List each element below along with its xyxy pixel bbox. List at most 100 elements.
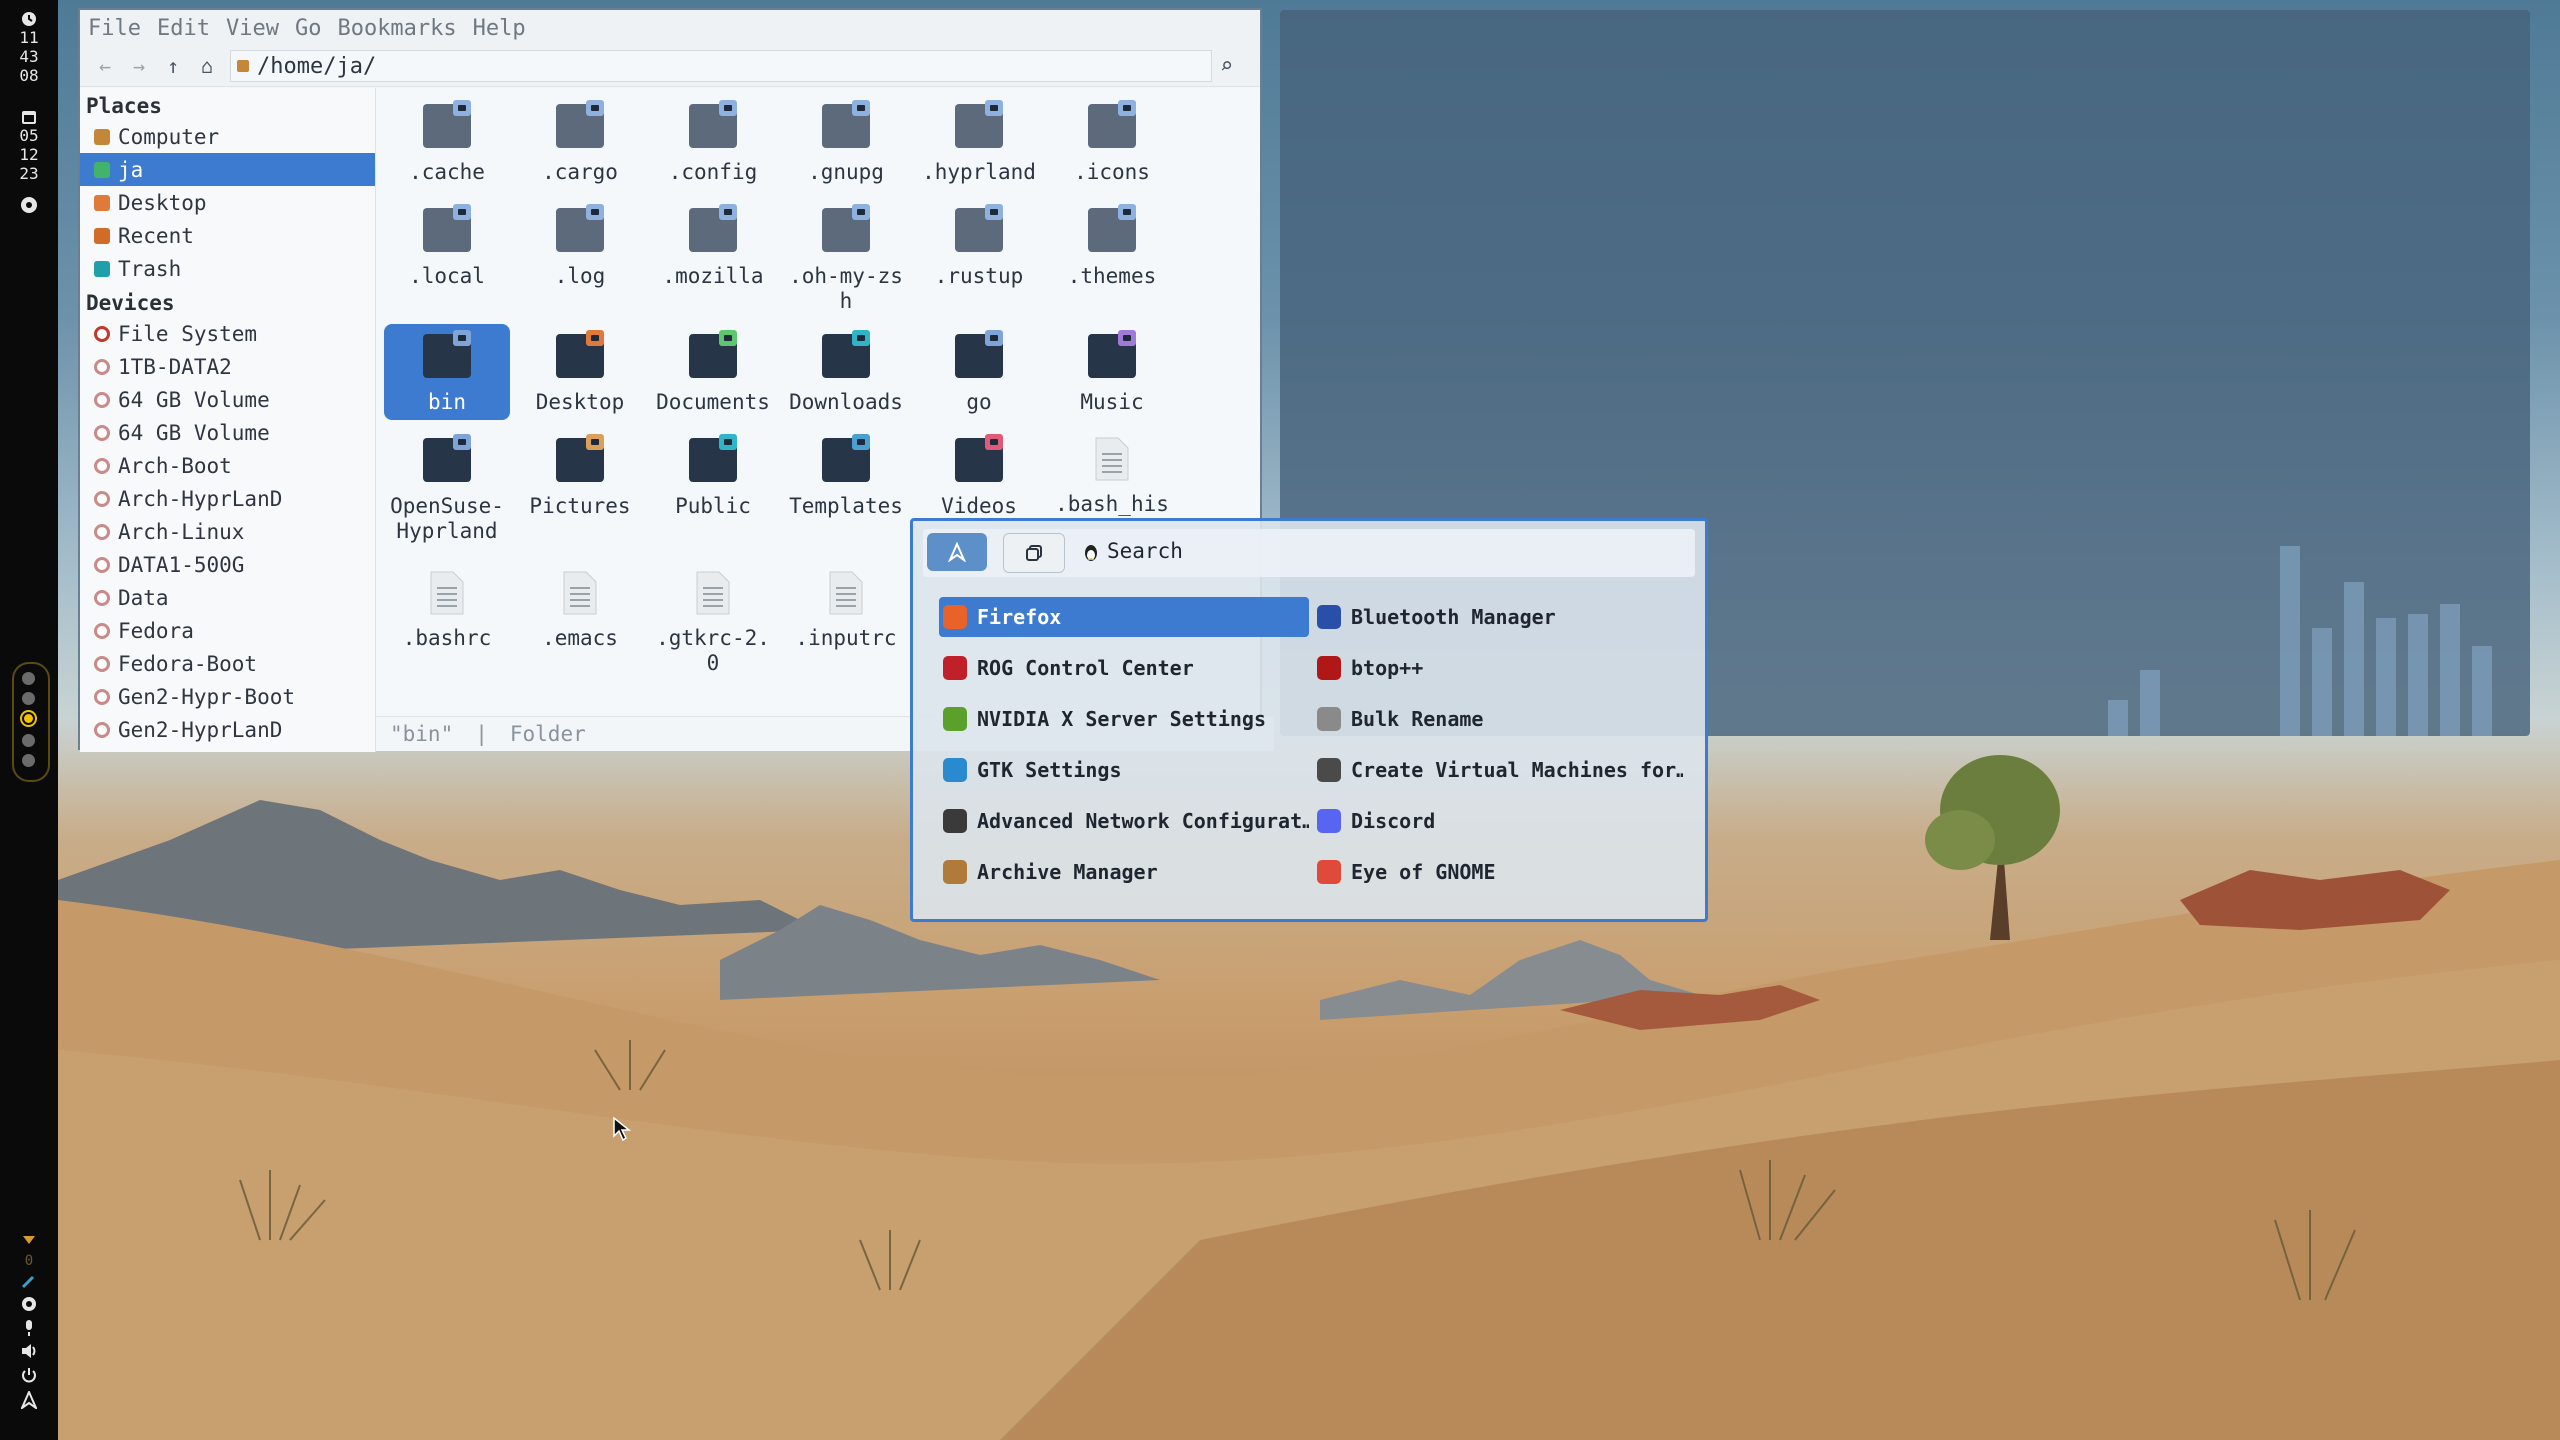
launcher-app-item[interactable]: Create Virtual Machines for… [1313,750,1683,790]
launcher-app-item[interactable]: Discord [1313,801,1683,841]
file-item[interactable]: Videos [916,428,1042,519]
menu-bookmarks[interactable]: Bookmarks [337,16,456,41]
file-item[interactable]: .emacs [517,562,643,651]
folder-icon [423,100,471,148]
workspace-4[interactable] [22,734,35,747]
file-item[interactable]: OpenSuse-Hyprland [384,428,510,544]
drive-icon [94,655,110,672]
microphone-icon[interactable] [22,1319,36,1337]
places-item-ja[interactable]: ja [80,153,375,186]
device-item[interactable]: Fedora [80,614,375,647]
places-item-computer[interactable]: Computer [80,120,375,153]
menu-view[interactable]: View [226,16,279,41]
menu-file[interactable]: File [88,16,141,41]
launcher-app-item[interactable]: Bulk Rename [1313,699,1683,739]
launcher-app-item[interactable]: GTK Settings [939,750,1309,790]
launcher-app-item[interactable]: Firefox [939,597,1309,637]
folder-icon [556,434,604,482]
places-item-recent[interactable]: Recent [80,219,375,252]
file-item[interactable]: Public [650,428,776,519]
device-item[interactable]: Arch-Boot [80,449,375,482]
file-item[interactable]: bin [384,324,510,420]
pen-icon[interactable] [21,1275,37,1289]
file-item[interactable]: Documents [650,324,776,415]
file-item[interactable]: .inputrc [783,562,909,651]
device-item[interactable]: Data [80,581,375,614]
device-item[interactable]: 1TB-DATA2 [80,350,375,383]
file-item[interactable]: .bash_his [1049,428,1175,517]
launcher-app-item[interactable]: btop++ [1313,648,1683,688]
power-profile[interactable] [0,196,58,214]
file-name: .gtkrc-2.0 [656,626,770,675]
device-item[interactable]: Arch-HyprLanD [80,482,375,515]
search-icon[interactable]: ⌕ [1220,54,1233,79]
launcher-app-item[interactable]: ROG Control Center [939,648,1309,688]
launcher-app-item[interactable]: Archive Manager [939,852,1309,892]
launcher-app-item[interactable]: Advanced Network Configurat… [939,801,1309,841]
file-item[interactable]: Templates [783,428,909,519]
gear-icon[interactable] [20,1295,38,1313]
location-bar[interactable]: /home/ja/ [230,50,1212,82]
places-item-trash[interactable]: Trash [80,252,375,285]
back-arrow-icon[interactable]: ← [88,54,122,78]
menu-go[interactable]: Go [295,16,322,41]
location-path: /home/ja/ [257,53,377,79]
forward-arrow-icon[interactable]: → [122,54,156,78]
device-item[interactable]: DATA1-500G [80,548,375,581]
menu-edit[interactable]: Edit [157,16,210,41]
device-item[interactable]: Fedora-Boot [80,647,375,680]
device-item[interactable]: 64 GB Volume [80,416,375,449]
file-item[interactable]: .log [517,198,643,289]
up-arrow-icon[interactable]: ↑ [156,54,190,78]
file-item[interactable]: Downloads [783,324,909,415]
workspace-5[interactable] [22,754,35,767]
windows-mode-tab[interactable] [1003,533,1065,573]
apps-mode-tab[interactable] [927,533,987,571]
device-item[interactable]: Gen2-HyprLanD [80,713,375,746]
file-item[interactable]: .local [384,198,510,289]
launcher-search-input[interactable]: Search [1107,539,1183,563]
app-label: Discord [1351,809,1436,833]
workspace-1[interactable] [22,672,35,685]
file-name: .gnupg [808,160,884,184]
places-item-desktop[interactable]: Desktop [80,186,375,219]
workspace-2[interactable] [22,692,35,705]
file-item[interactable]: .gnupg [783,94,909,185]
file-item[interactable]: Pictures [517,428,643,519]
devices-header: Devices [86,291,175,315]
device-item[interactable]: Gen2-Hypr-Boot [80,680,375,713]
tray: 0 [0,1234,58,1409]
file-item[interactable]: .gtkrc-2.0 [650,562,776,676]
home-icon[interactable]: ⌂ [190,54,224,78]
file-item[interactable]: Desktop [517,324,643,415]
launcher-app-item[interactable]: NVIDIA X Server Settings [939,699,1309,739]
file-item[interactable]: .cache [384,94,510,185]
file-item[interactable]: .cargo [517,94,643,185]
file-item[interactable]: .mozilla [650,198,776,289]
file-item[interactable]: Music [1049,324,1175,415]
workspace-3-active[interactable] [24,714,33,723]
file-item[interactable]: .bashrc [384,562,510,651]
launcher-app-item[interactable]: Bluetooth Manager [1313,597,1683,637]
file-item[interactable]: .rustup [916,198,1042,289]
file-name: .local [409,264,485,288]
folder-icon [556,330,604,378]
device-item[interactable]: Arch-Linux [80,515,375,548]
file-item[interactable]: .oh-my-zsh [783,198,909,314]
device-item[interactable]: 64 GB Volume [80,383,375,416]
file-item[interactable]: .config [650,94,776,185]
places-item-label: Recent [118,223,194,248]
volume-icon[interactable] [20,1343,38,1359]
file-item[interactable]: go [916,324,1042,415]
arch-logo-icon[interactable] [21,1391,37,1409]
device-label: DATA1-500G [118,552,245,577]
power-icon[interactable] [20,1367,38,1385]
menu-help[interactable]: Help [473,16,526,41]
file-item[interactable]: .hyprland [916,94,1042,185]
file-item[interactable]: .themes [1049,198,1175,289]
update-icon[interactable] [21,1234,37,1246]
device-item[interactable]: File System [80,317,375,350]
app-icon [1317,656,1341,680]
file-item[interactable]: .icons [1049,94,1175,185]
launcher-app-item[interactable]: Eye of GNOME [1313,852,1683,892]
